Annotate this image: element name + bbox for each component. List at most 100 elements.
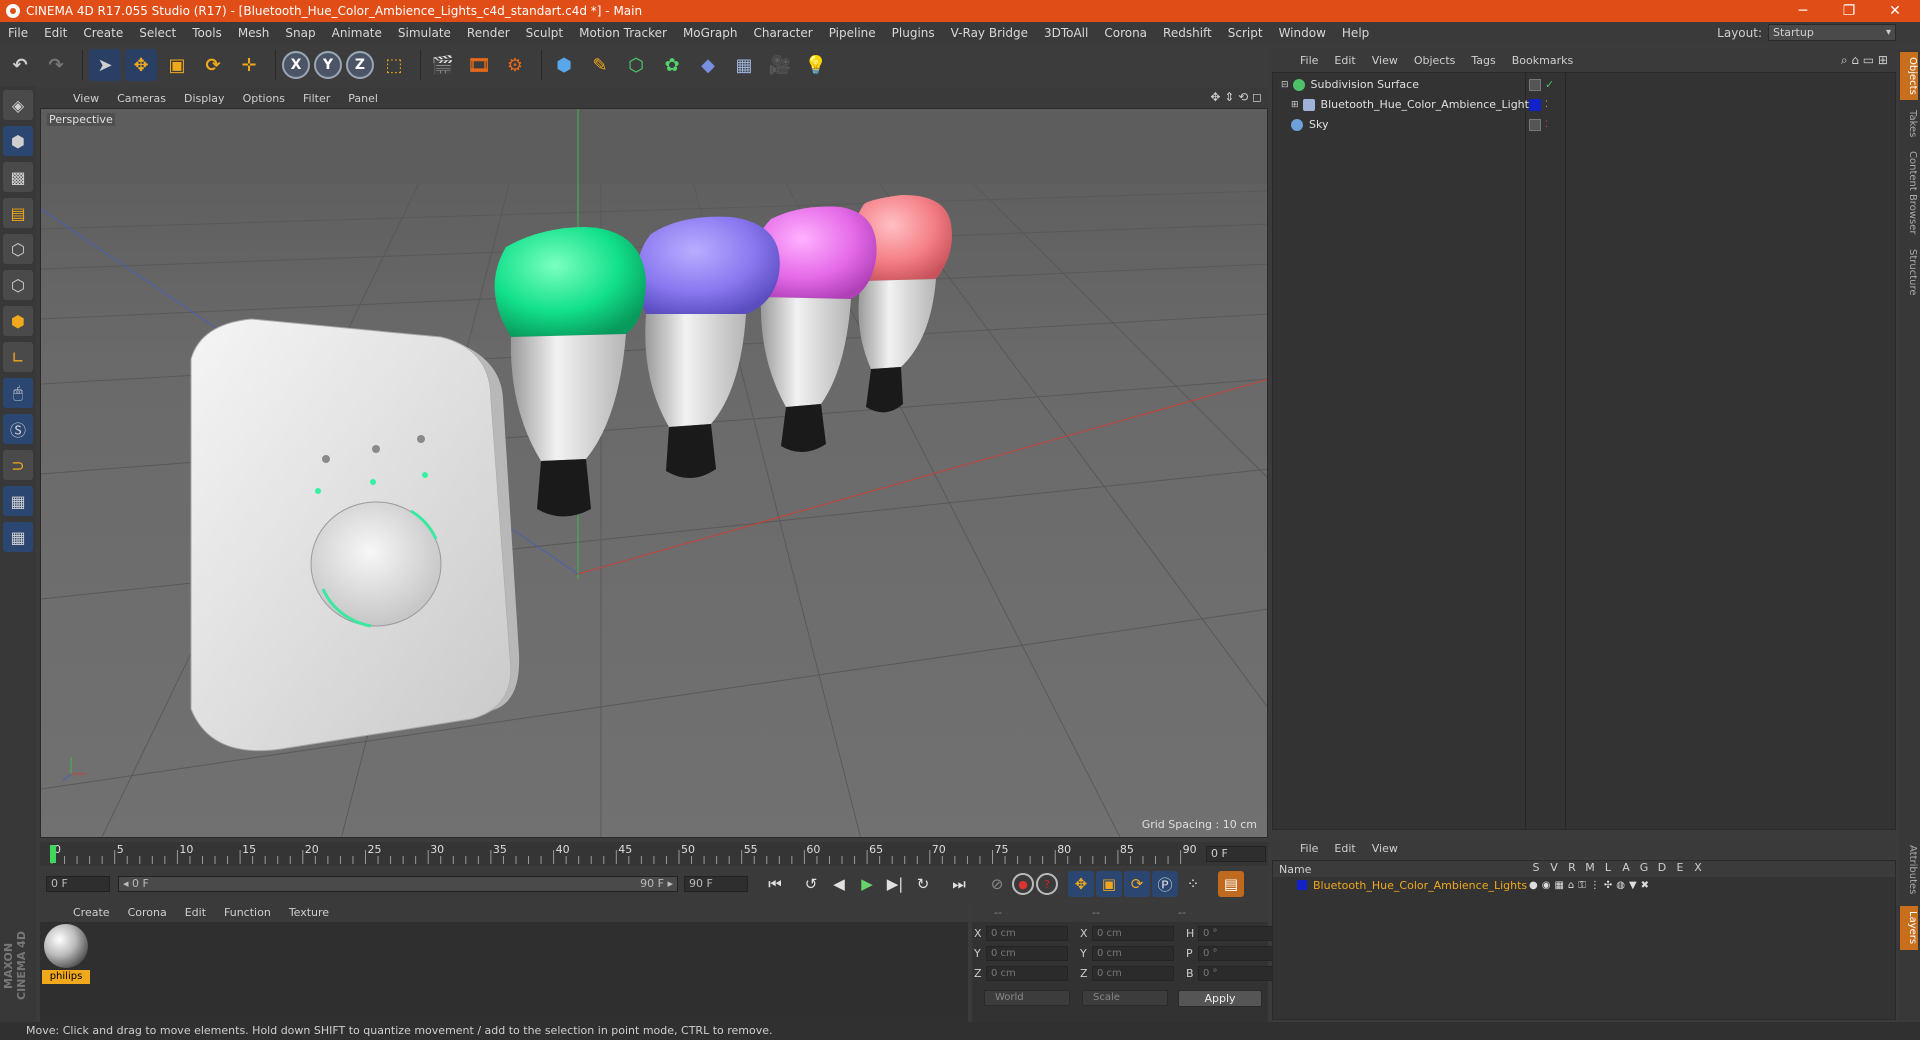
cloner-icon[interactable]: ✿ bbox=[656, 49, 688, 81]
menu-render[interactable]: Render bbox=[459, 22, 518, 44]
tab-objects[interactable]: Objects bbox=[1900, 52, 1918, 100]
viewport-camera-label[interactable]: Perspective bbox=[47, 113, 115, 126]
menu-window[interactable]: Window bbox=[1271, 22, 1334, 44]
position-z-field[interactable]: 0 cm bbox=[986, 965, 1068, 981]
keyframe-selection-icon[interactable]: ? bbox=[1036, 873, 1058, 895]
cube-icon[interactable]: ⬢ bbox=[548, 49, 580, 81]
menu-sculpt[interactable]: Sculpt bbox=[518, 22, 571, 44]
tweak-mode-icon[interactable]: 🖱 bbox=[3, 378, 33, 408]
point-level-icon[interactable]: ⁘ bbox=[1180, 871, 1206, 897]
menu-mograph[interactable]: MoGraph bbox=[675, 22, 746, 44]
select-arrow-icon[interactable]: ➤ bbox=[89, 49, 121, 81]
layer-col-expressions[interactable]: E bbox=[1671, 861, 1689, 874]
visibility-toggle-icon[interactable] bbox=[1529, 119, 1541, 131]
3d-viewport[interactable]: Perspective Grid Spacing : 10 cm bbox=[40, 108, 1268, 838]
enabled-check-icon[interactable]: ✓ bbox=[1545, 75, 1554, 95]
object-row-bluetooth-hue-lights[interactable]: ⊞ Bluetooth_Hue_Color_Ambience_Lights ⁚ bbox=[1273, 95, 1895, 115]
end-frame-field[interactable]: 90 F bbox=[684, 876, 748, 892]
menu-tools[interactable]: Tools bbox=[184, 22, 230, 44]
render-view-icon[interactable]: 🎬 bbox=[427, 49, 459, 81]
scale-tool-icon[interactable]: ▣ bbox=[161, 49, 193, 81]
material-menu-corona[interactable]: Corona bbox=[119, 906, 176, 919]
object-name[interactable]: Bluetooth_Hue_Color_Ambience_Lights bbox=[1321, 95, 1535, 115]
texture-mode-icon[interactable]: ▩ bbox=[3, 162, 33, 192]
objects-menu-bookmarks[interactable]: Bookmarks bbox=[1504, 54, 1581, 67]
objects-menu-tags[interactable]: Tags bbox=[1463, 54, 1503, 67]
go-to-start-icon[interactable]: ⏮ bbox=[762, 871, 788, 897]
layer-col-view[interactable]: V bbox=[1545, 861, 1563, 874]
layout-select[interactable]: Startup bbox=[1768, 24, 1896, 41]
tab-layers[interactable]: Layers bbox=[1900, 906, 1918, 950]
layer-col-render[interactable]: R bbox=[1563, 861, 1581, 874]
subdivision-icon[interactable]: ⬡ bbox=[620, 49, 652, 81]
deformer-icon[interactable]: ◆ bbox=[692, 49, 724, 81]
minimize-button[interactable]: ─ bbox=[1780, 0, 1826, 22]
rotation-h-field[interactable]: 0 ° bbox=[1198, 925, 1278, 941]
timeline-ruler[interactable]: 0 5 10 15 20 25 30 35 40 45 50 55 60 65 70 75 80 85 90 0 F bbox=[40, 842, 1268, 866]
tab-takes[interactable]: Takes bbox=[1900, 106, 1918, 142]
object-name[interactable]: Sky bbox=[1309, 115, 1328, 135]
rotation-b-field[interactable]: 0 ° bbox=[1198, 965, 1278, 981]
coordinate-system-icon[interactable]: ⬚ bbox=[378, 49, 410, 81]
menu-pipeline[interactable]: Pipeline bbox=[821, 22, 884, 44]
timeline-window-icon[interactable]: ▤ bbox=[1218, 871, 1244, 897]
viewport-nav-icons[interactable]: ✥ ⇕ ⟲ ◻ bbox=[1210, 90, 1262, 104]
scale-key-icon[interactable]: ▣ bbox=[1096, 871, 1122, 897]
coordinate-mode-select[interactable]: Scale bbox=[1082, 990, 1168, 1006]
go-to-end-icon[interactable]: ⏭ bbox=[946, 871, 972, 897]
record-keys-icon[interactable]: ⊘ bbox=[984, 871, 1010, 897]
visibility-toggle-icon[interactable] bbox=[1529, 79, 1541, 91]
layer-row[interactable]: Bluetooth_Hue_Color_Ambience_Lights ●◉▦⌂… bbox=[1273, 877, 1895, 893]
magnet-icon[interactable]: ⊃ bbox=[3, 450, 33, 480]
rotation-key-icon[interactable]: ⟳ bbox=[1124, 871, 1150, 897]
model-mode-icon[interactable]: ⬢ bbox=[3, 126, 33, 156]
snap-icon[interactable]: Ⓢ bbox=[3, 414, 33, 444]
start-frame-field[interactable]: 0 F bbox=[46, 876, 110, 892]
render-settings-icon[interactable]: ⚙ bbox=[499, 49, 531, 81]
coordinate-space-select[interactable]: World bbox=[984, 990, 1070, 1006]
size-x-field[interactable]: 0 cm bbox=[1092, 925, 1174, 941]
menu-plugins[interactable]: Plugins bbox=[884, 22, 943, 44]
redo-icon[interactable]: ↷ bbox=[40, 49, 72, 81]
viewport-menu-display[interactable]: Display bbox=[175, 92, 234, 105]
move-tool-icon[interactable]: ✥ bbox=[125, 49, 157, 81]
parameter-key-icon[interactable]: Ⓟ bbox=[1152, 871, 1178, 897]
position-key-icon[interactable]: ✥ bbox=[1068, 871, 1094, 897]
x-axis-lock-icon[interactable]: X bbox=[282, 51, 310, 79]
layer-color-swatch[interactable] bbox=[1297, 880, 1307, 890]
next-frame-icon[interactable]: ▶| bbox=[882, 871, 908, 897]
expand-icon[interactable]: ⊞ bbox=[1291, 95, 1299, 115]
rotate-tool-icon[interactable]: ⟳ bbox=[197, 49, 229, 81]
layer-col-animation[interactable]: A bbox=[1617, 861, 1635, 874]
current-frame-field[interactable]: 0 F bbox=[1206, 846, 1266, 862]
next-key-icon[interactable]: ↻ bbox=[910, 871, 936, 897]
polygons-mode-icon[interactable]: ⬢ bbox=[3, 306, 33, 336]
material-swatch-philips[interactable] bbox=[44, 924, 88, 968]
viewport-menu-panel[interactable]: Panel bbox=[339, 92, 387, 105]
layer-col-deformers[interactable]: D bbox=[1653, 861, 1671, 874]
menu-vray-bridge[interactable]: V-Ray Bridge bbox=[943, 22, 1036, 44]
play-icon[interactable]: ▶ bbox=[854, 871, 880, 897]
menu-file[interactable]: File bbox=[0, 22, 36, 44]
object-name[interactable]: Subdivision Surface bbox=[1311, 75, 1419, 95]
visibility-dots-icon[interactable]: ⁚ bbox=[1545, 115, 1548, 135]
undo-icon[interactable]: ↶ bbox=[4, 49, 36, 81]
layer-color-swatch[interactable] bbox=[1529, 99, 1541, 111]
menu-animate[interactable]: Animate bbox=[324, 22, 390, 44]
preview-range-slider[interactable]: ◂ 0 F 90 F ▸ bbox=[118, 876, 678, 892]
menu-simulate[interactable]: Simulate bbox=[390, 22, 459, 44]
axis-mode-icon[interactable]: ∟ bbox=[3, 342, 33, 372]
menu-edit[interactable]: Edit bbox=[36, 22, 75, 44]
menu-snap[interactable]: Snap bbox=[277, 22, 323, 44]
menu-create[interactable]: Create bbox=[75, 22, 131, 44]
lock-workplane-icon[interactable]: ▦ bbox=[3, 486, 33, 516]
collapse-icon[interactable]: ⊟ bbox=[1281, 75, 1289, 95]
menu-script[interactable]: Script bbox=[1220, 22, 1271, 44]
floor-icon[interactable]: ▦ bbox=[728, 49, 760, 81]
light-icon[interactable]: 💡 bbox=[800, 49, 832, 81]
previous-key-icon[interactable]: ↺ bbox=[798, 871, 824, 897]
planar-workplane-icon[interactable]: ▦ bbox=[3, 522, 33, 552]
rotation-p-field[interactable]: 0 ° bbox=[1198, 945, 1278, 961]
z-axis-lock-icon[interactable]: Z bbox=[346, 51, 374, 79]
visibility-dots-icon[interactable]: ⁚ bbox=[1545, 95, 1548, 115]
